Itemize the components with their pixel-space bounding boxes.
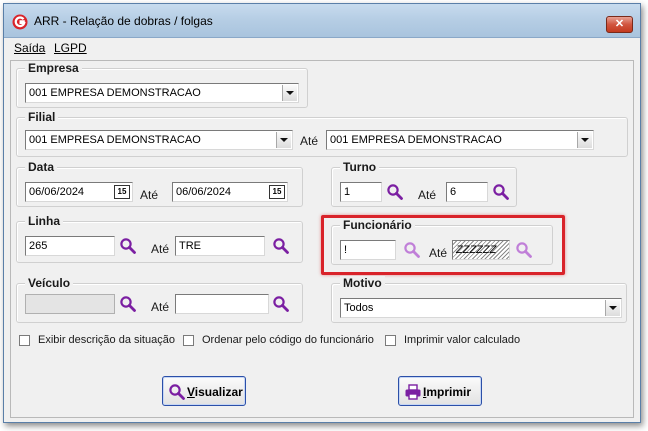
search-icon[interactable]: [492, 183, 510, 201]
chevron-down-icon[interactable]: [282, 85, 297, 101]
legend-data: Data: [25, 160, 58, 174]
filial-ate-label: Até: [300, 134, 319, 148]
filial-to-value: 001 EMPRESA DEMONSTRACAO: [330, 134, 502, 146]
turno-from-input[interactable]: 1: [340, 182, 382, 202]
printer-icon: [405, 384, 421, 400]
window-title: ARR - Relação de dobras / folgas: [34, 14, 213, 28]
veiculo-ate-label: Até: [151, 300, 170, 314]
veiculo-from-input[interactable]: [25, 294, 115, 314]
group-data: Data 06/06/2024 15 Até 06/06/2024 15: [16, 160, 303, 207]
data-to-input[interactable]: 06/06/2024 15: [172, 182, 288, 202]
turno-to-input[interactable]: 6: [446, 182, 488, 202]
visualizar-label: Visualizar: [187, 385, 243, 399]
calendar-icon[interactable]: 15: [269, 185, 285, 199]
empresa-select[interactable]: 001 EMPRESA DEMONSTRACAO: [25, 83, 299, 103]
legend-motivo: Motivo: [340, 276, 385, 290]
calendar-icon[interactable]: 15: [114, 185, 130, 199]
turno-from-value: 1: [344, 186, 351, 198]
empresa-value: 001 EMPRESA DEMONSTRACAO: [29, 87, 201, 99]
turno-ate-label: Até: [418, 188, 437, 202]
legend-veiculo: Veículo: [25, 276, 74, 290]
motivo-value: Todos: [344, 302, 374, 314]
data-from-value: 06/06/2024: [29, 186, 85, 198]
report-window: ARR - Relação de dobras / folgas ✕ Saída…: [3, 3, 641, 423]
legend-filial: Filial: [25, 110, 59, 124]
turno-to-value: 6: [450, 186, 457, 198]
menu-saida[interactable]: Saída: [14, 41, 45, 55]
legend-linha: Linha: [25, 214, 63, 228]
search-icon[interactable]: [119, 237, 137, 255]
linha-from-input[interactable]: 265: [25, 236, 115, 256]
data-ate-label: Até: [140, 188, 159, 202]
search-icon[interactable]: [272, 295, 290, 313]
group-motivo: Motivo Todos: [331, 276, 627, 323]
data-to-value: 06/06/2024: [176, 186, 232, 198]
linha-ate-label: Até: [151, 242, 170, 256]
linha-to-value: TRE: [179, 240, 201, 252]
data-from-input[interactable]: 06/06/2024 15: [25, 182, 133, 202]
filial-to-select[interactable]: 001 EMPRESA DEMONSTRACAO: [326, 130, 594, 150]
filial-from-select[interactable]: 001 EMPRESA DEMONSTRACAO: [25, 130, 293, 150]
chevron-down-icon[interactable]: [577, 132, 592, 148]
close-button[interactable]: ✕: [606, 16, 633, 33]
legend-turno: Turno: [340, 160, 380, 174]
menu-bar: Saída LGPD: [4, 38, 640, 58]
form-panel: Empresa 001 EMPRESA DEMONSTRACAO Filial …: [10, 60, 634, 418]
group-turno: Turno 1 Até 6: [331, 160, 517, 207]
checkbox-ordenar-codigo-label: Ordenar pelo código do funcionário: [202, 334, 374, 346]
visualizar-button[interactable]: Visualizar: [162, 376, 246, 406]
menu-lgpd[interactable]: LGPD: [54, 41, 87, 55]
checkbox-ordenar-codigo[interactable]: [183, 335, 194, 346]
app-logo-icon: [12, 14, 28, 30]
linha-from-value: 265: [29, 240, 48, 252]
chevron-down-icon[interactable]: [605, 300, 620, 316]
motivo-select[interactable]: Todos: [340, 298, 622, 318]
group-veiculo: Veículo Até: [16, 276, 303, 323]
title-bar: ARR - Relação de dobras / folgas ✕: [4, 4, 640, 38]
group-filial: Filial 001 EMPRESA DEMONSTRACAO Até 001 …: [16, 110, 628, 157]
legend-empresa: Empresa: [25, 61, 82, 75]
highlight-box: [321, 215, 565, 275]
imprimir-button[interactable]: Imprimir: [398, 376, 482, 406]
search-icon[interactable]: [386, 183, 404, 201]
imprimir-label: Imprimir: [423, 385, 472, 399]
veiculo-to-input[interactable]: [175, 294, 269, 314]
checkbox-imprimir-valor[interactable]: [385, 335, 396, 346]
filial-from-value: 001 EMPRESA DEMONSTRACAO: [29, 134, 201, 146]
checkbox-exibir-descricao[interactable]: [19, 335, 30, 346]
linha-to-input[interactable]: TRE: [175, 236, 265, 256]
checkbox-imprimir-valor-label: Imprimir valor calculado: [404, 334, 521, 346]
search-icon[interactable]: [272, 237, 290, 255]
search-icon[interactable]: [119, 295, 137, 313]
search-icon: [169, 384, 185, 400]
group-empresa: Empresa 001 EMPRESA DEMONSTRACAO: [16, 61, 308, 108]
checkbox-exibir-descricao-label: Exibir descrição da situação: [38, 334, 175, 346]
group-linha: Linha 265 Até TRE: [16, 214, 303, 263]
chevron-down-icon[interactable]: [276, 132, 291, 148]
